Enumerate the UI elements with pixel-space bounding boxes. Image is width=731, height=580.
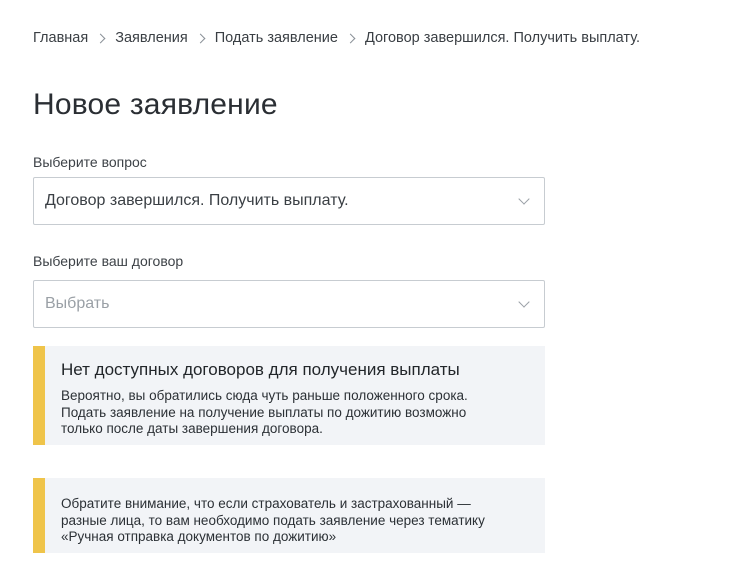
- breadcrumb-submit-application[interactable]: Подать заявление: [215, 30, 338, 46]
- no-contracts-notice: Нет доступных договоров для получения вы…: [33, 346, 545, 445]
- notice-text: Вероятно, вы обратились сюда чуть раньше…: [61, 388, 468, 436]
- chevron-right-icon: [345, 33, 356, 43]
- contract-select-label: Выберите ваш договор: [33, 253, 184, 269]
- question-select[interactable]: Договор завершился. Получить выплату.: [33, 177, 545, 225]
- attention-notice-text: Обратите внимание, что если страхователь…: [61, 496, 485, 544]
- breadcrumb: Главная Заявления Подать заявление Догов…: [33, 30, 640, 46]
- breadcrumb-applications[interactable]: Заявления: [115, 30, 188, 46]
- question-select-label: Выберите вопрос: [33, 154, 147, 170]
- contract-select[interactable]: Выбрать: [33, 280, 545, 328]
- attention-notice: Обратите внимание, что если страхователь…: [33, 478, 545, 553]
- question-select-value: Договор завершился. Получить выплату.: [45, 192, 349, 209]
- chevron-down-icon: [518, 296, 530, 308]
- chevron-right-icon: [95, 33, 106, 43]
- breadcrumb-current: Договор завершился. Получить выплату.: [364, 30, 641, 46]
- chevron-right-icon: [195, 33, 206, 43]
- page-title: Новое заявление: [33, 88, 278, 121]
- breadcrumb-home[interactable]: Главная: [33, 30, 88, 46]
- contract-select-placeholder: Выбрать: [45, 295, 110, 312]
- notice-title: Нет доступных договоров для получения вы…: [61, 360, 460, 379]
- chevron-down-icon: [518, 193, 530, 205]
